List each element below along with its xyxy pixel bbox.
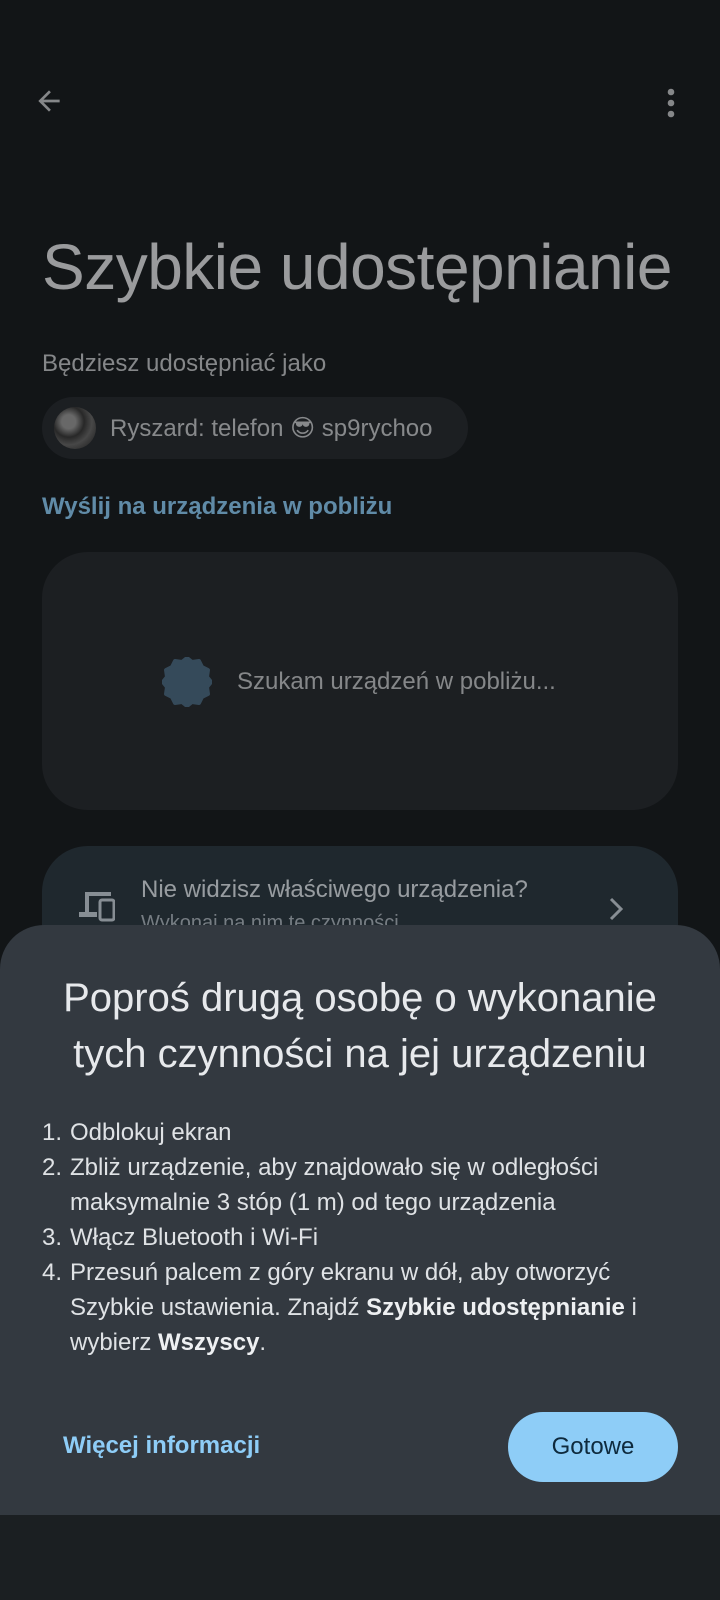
sheet-title: Poproś drugą osobę o wykonanie tych czyn…: [0, 970, 720, 1082]
navigation-bar: [0, 1515, 720, 1600]
done-button[interactable]: Gotowe: [508, 1412, 678, 1482]
everyone-option-name: Wszyscy: [158, 1329, 260, 1356]
instructions-bottom-sheet: Poproś drugą osobę o wykonanie tych czyn…: [0, 925, 720, 1515]
list-item: 3. Włącz Bluetooth i Wi-Fi: [42, 1224, 319, 1251]
list-item: 4. Przesuń palcem z góry ekranu w dół, a…: [42, 1259, 637, 1356]
more-info-link[interactable]: Więcej informacji: [63, 1432, 260, 1460]
list-item: 1. Odblokuj ekran: [42, 1119, 232, 1146]
list-item: 2. Zbliż urządzenie, aby znajdowało się …: [42, 1154, 599, 1216]
quick-share-setting-name: Szybkie udostępnianie: [366, 1294, 625, 1321]
instructions-list: 1. Odblokuj ekran 2. Zbliż urządzenie, a…: [42, 1115, 682, 1360]
sheet-title-line-1: Poproś drugą osobę o wykonanie: [63, 976, 657, 1020]
sheet-title-line-2: tych czynności na jej urządzeniu: [73, 1032, 647, 1076]
